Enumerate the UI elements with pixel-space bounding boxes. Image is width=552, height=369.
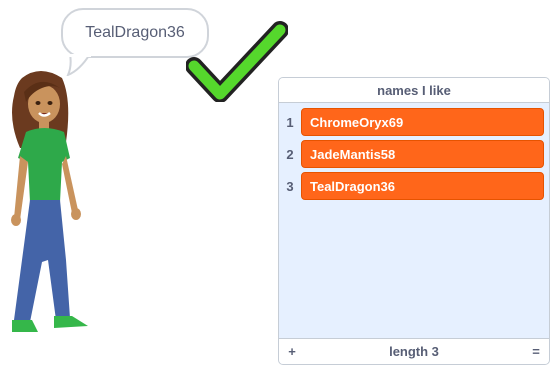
list-item-value[interactable]: ChromeOryx69 bbox=[301, 108, 544, 136]
list-title: names I like bbox=[279, 78, 549, 103]
stage: TealDragon36 names I like 1 ChromeOryx69… bbox=[0, 0, 552, 369]
add-item-button[interactable]: + bbox=[285, 344, 299, 359]
list-item-index: 2 bbox=[286, 146, 294, 162]
character-sprite[interactable] bbox=[0, 70, 100, 345]
resize-handle[interactable]: = bbox=[529, 344, 543, 359]
list-item-index: 3 bbox=[286, 178, 294, 194]
list-monitor[interactable]: names I like 1 ChromeOryx69 2 JadeMantis… bbox=[278, 77, 550, 365]
checkmark-icon bbox=[186, 21, 288, 102]
list-item-value[interactable]: TealDragon36 bbox=[301, 172, 544, 200]
list-item-value[interactable]: JadeMantis58 bbox=[301, 140, 544, 168]
list-item: 2 JadeMantis58 bbox=[279, 140, 549, 168]
list-body: 1 ChromeOryx69 2 JadeMantis58 3 TealDrag… bbox=[279, 103, 549, 200]
list-item-index: 1 bbox=[286, 114, 294, 130]
list-item: 1 ChromeOryx69 bbox=[279, 108, 549, 136]
list-footer: + length 3 = bbox=[279, 338, 549, 364]
list-item: 3 TealDragon36 bbox=[279, 172, 549, 200]
list-length-label: length 3 bbox=[389, 344, 439, 359]
speech-bubble-text: TealDragon36 bbox=[85, 24, 185, 41]
